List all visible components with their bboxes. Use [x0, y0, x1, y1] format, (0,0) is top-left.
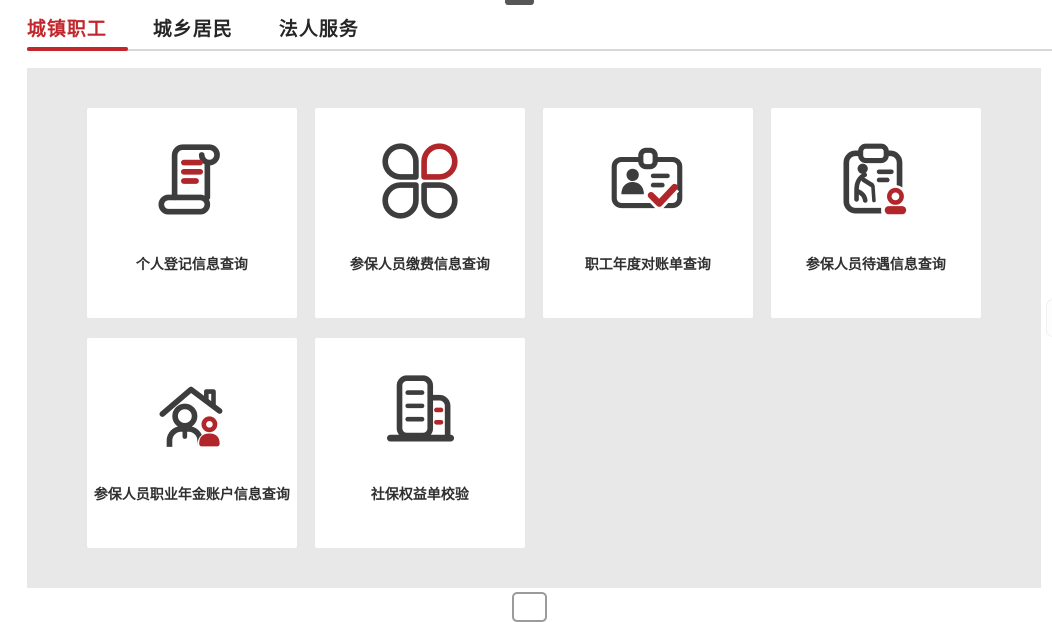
tab-urban-rural-residents[interactable]: 城乡居民: [153, 14, 233, 41]
clipboard-elderly-stamp-icon: [771, 138, 981, 224]
tab-urban-employees[interactable]: 城镇职工: [27, 14, 107, 41]
clover-petals-icon: [315, 138, 525, 224]
tab-legal-person-services[interactable]: 法人服务: [279, 14, 359, 41]
service-card-label: 社保权益单校验: [315, 484, 525, 504]
service-card-annual-statement-query[interactable]: 职工年度对账单查询: [543, 108, 753, 318]
tabs-divider-line: [27, 49, 1052, 51]
service-card-benefit-info-query[interactable]: 参保人员待遇信息查询: [771, 108, 981, 318]
buildings-icon: [315, 368, 525, 454]
service-card-occupational-annuity-query[interactable]: 参保人员职业年金账户信息查询: [87, 338, 297, 548]
services-panel: 个人登记信息查询 参保人员缴费信息查询: [27, 68, 1041, 588]
category-tabs: 城镇职工 城乡居民 法人服务: [27, 14, 359, 41]
service-card-personal-registration-query[interactable]: 个人登记信息查询: [87, 108, 297, 318]
house-people-icon: [87, 368, 297, 454]
active-tab-underline: [27, 47, 128, 51]
service-card-payment-info-query[interactable]: 参保人员缴费信息查询: [315, 108, 525, 318]
cutoff-element-top: [505, 0, 534, 5]
id-badge-check-icon: [543, 138, 753, 224]
service-card-label: 参保人员待遇信息查询: [771, 254, 981, 274]
cutoff-element-right: [1046, 299, 1052, 337]
service-card-label: 参保人员缴费信息查询: [315, 254, 525, 274]
cutoff-element-bottom: [512, 592, 547, 622]
scroll-document-icon: [87, 138, 297, 224]
service-card-social-security-statement-verify[interactable]: 社保权益单校验: [315, 338, 525, 548]
service-card-label: 个人登记信息查询: [87, 254, 297, 274]
service-card-label: 参保人员职业年金账户信息查询: [87, 484, 297, 504]
service-card-label: 职工年度对账单查询: [543, 254, 753, 274]
